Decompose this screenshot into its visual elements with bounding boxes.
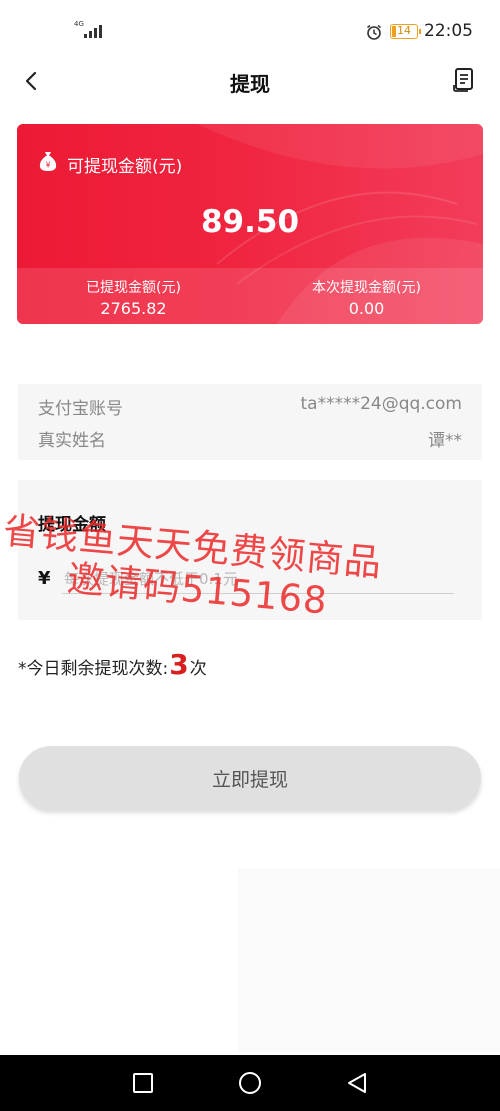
remaining-number: 3 [169, 648, 189, 681]
available-label: 可提现金额(元) [67, 157, 183, 177]
remaining-prefix: *今日剩余提现次数: [18, 659, 169, 679]
battery-icon: 14 [390, 24, 421, 39]
network-type: 4G [74, 20, 84, 28]
alipay-value: ta*****24@qq.com [300, 394, 462, 414]
alarm-icon [367, 24, 381, 40]
name-label: 真实姓名 [38, 431, 106, 451]
amount-title: 提现金额 [38, 515, 106, 535]
alipay-label: 支付宝账号 [38, 399, 123, 419]
nav-bar: 提现 [0, 58, 500, 104]
amount-entry: 提现金额 ¥ [18, 480, 482, 620]
amount-input[interactable] [62, 564, 454, 594]
status-bar: 4G 14 22:05 [0, 0, 500, 60]
document-icon[interactable] [452, 67, 476, 93]
remaining-suffix: 次 [189, 659, 207, 679]
card-summary: 已提现金额(元) 2765.82 本次提现金额(元) 0.00 [17, 268, 483, 324]
withdrawn-amount: 2765.82 [100, 299, 167, 318]
triangle-back-icon[interactable] [345, 1071, 369, 1095]
background-panel [238, 868, 500, 1052]
withdraw-button[interactable]: 立即提现 [19, 746, 481, 810]
signal-icon: 4G [74, 20, 102, 40]
system-nav-bar [0, 1055, 500, 1111]
balance-card: ¥ 可提现金额(元) 89.50 已提现金额(元) 2765.82 本次提现金额… [17, 124, 483, 324]
name-row: 真实姓名 谭** [38, 424, 462, 451]
available-amount: 89.50 [200, 204, 300, 240]
page-title: 提现 [230, 72, 270, 96]
circle-icon[interactable] [238, 1071, 262, 1095]
currency-symbol: ¥ [38, 568, 51, 589]
withdrawn-summary: 已提现金额(元) 2765.82 [17, 278, 250, 320]
alipay-row: 支付宝账号 ta*****24@qq.com [38, 392, 462, 419]
battery-level: 14 [397, 24, 411, 37]
current-amount: 0.00 [348, 299, 385, 318]
clock: 22:05 [424, 21, 473, 41]
current-summary: 本次提现金额(元) 0.00 [250, 278, 483, 320]
remaining-count: *今日剩余提现次数: 3 次 [18, 648, 207, 681]
square-icon[interactable] [131, 1071, 155, 1095]
withdrawn-label: 已提现金额(元) [86, 280, 181, 296]
svg-text:¥: ¥ [45, 161, 50, 170]
name-value: 谭** [428, 431, 462, 451]
current-label: 本次提现金额(元) [312, 280, 421, 296]
money-bag-icon: ¥ [39, 152, 57, 171]
account-info: 支付宝账号 ta*****24@qq.com 真实姓名 谭** [18, 384, 482, 460]
